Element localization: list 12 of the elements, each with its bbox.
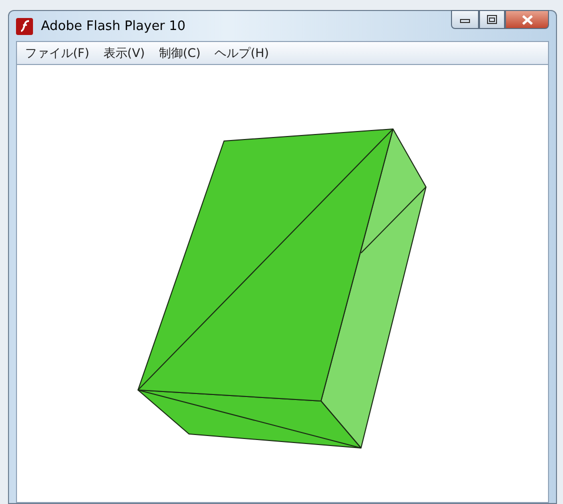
menu-item[interactable]: 表示(V): [103, 44, 145, 62]
maximize-icon: [487, 15, 497, 24]
menu-item[interactable]: ファイル(F): [25, 44, 90, 62]
minimize-button[interactable]: [451, 10, 479, 29]
menu-item[interactable]: ヘルプ(H): [214, 44, 269, 62]
window-title: Adobe Flash Player 10: [41, 18, 187, 34]
maximize-button[interactable]: [479, 10, 505, 29]
close-icon: [522, 14, 532, 24]
close-button[interactable]: [505, 10, 549, 29]
menu-item[interactable]: 制御(C): [158, 44, 201, 62]
app-logo-icon: [16, 18, 33, 34]
minimize-icon: [460, 16, 470, 22]
